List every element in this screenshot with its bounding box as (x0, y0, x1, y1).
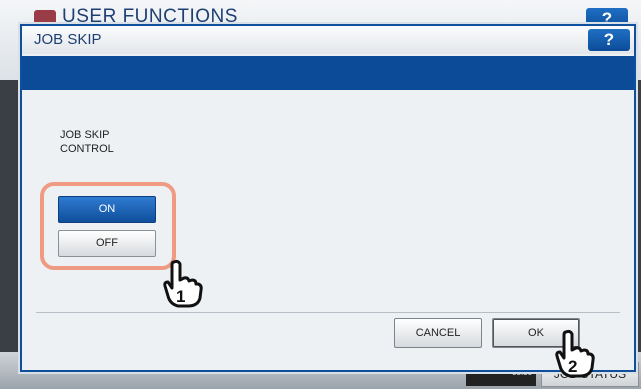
job-skip-control-label: JOB SKIP CONTROL (60, 128, 150, 156)
label-line-1: JOB SKIP (60, 129, 110, 141)
dialog-divider (36, 312, 620, 313)
dialog-help-button[interactable]: ? (588, 29, 630, 51)
pointing-hand-icon-step-1: 1 (163, 259, 203, 308)
dialog-titlebar: JOB SKIP ? (22, 26, 634, 54)
cancel-button[interactable]: CANCEL (394, 318, 482, 348)
pointing-hand-icon-step-2: 2 (555, 329, 595, 378)
on-button[interactable]: ON (58, 196, 156, 223)
dialog-header-band (22, 56, 634, 90)
job-skip-toggle-group: ON OFF (40, 182, 176, 270)
step-2-number: 2 (568, 357, 577, 376)
off-button[interactable]: OFF (58, 230, 156, 257)
label-line-2: CONTROL (60, 143, 114, 155)
user-functions-icon (34, 10, 56, 24)
dialog-title: JOB SKIP (34, 31, 102, 48)
step-1-number: 1 (176, 287, 185, 306)
job-skip-dialog: JOB SKIP ? JOB SKIP CONTROL ON OFF CANCE… (20, 24, 636, 372)
